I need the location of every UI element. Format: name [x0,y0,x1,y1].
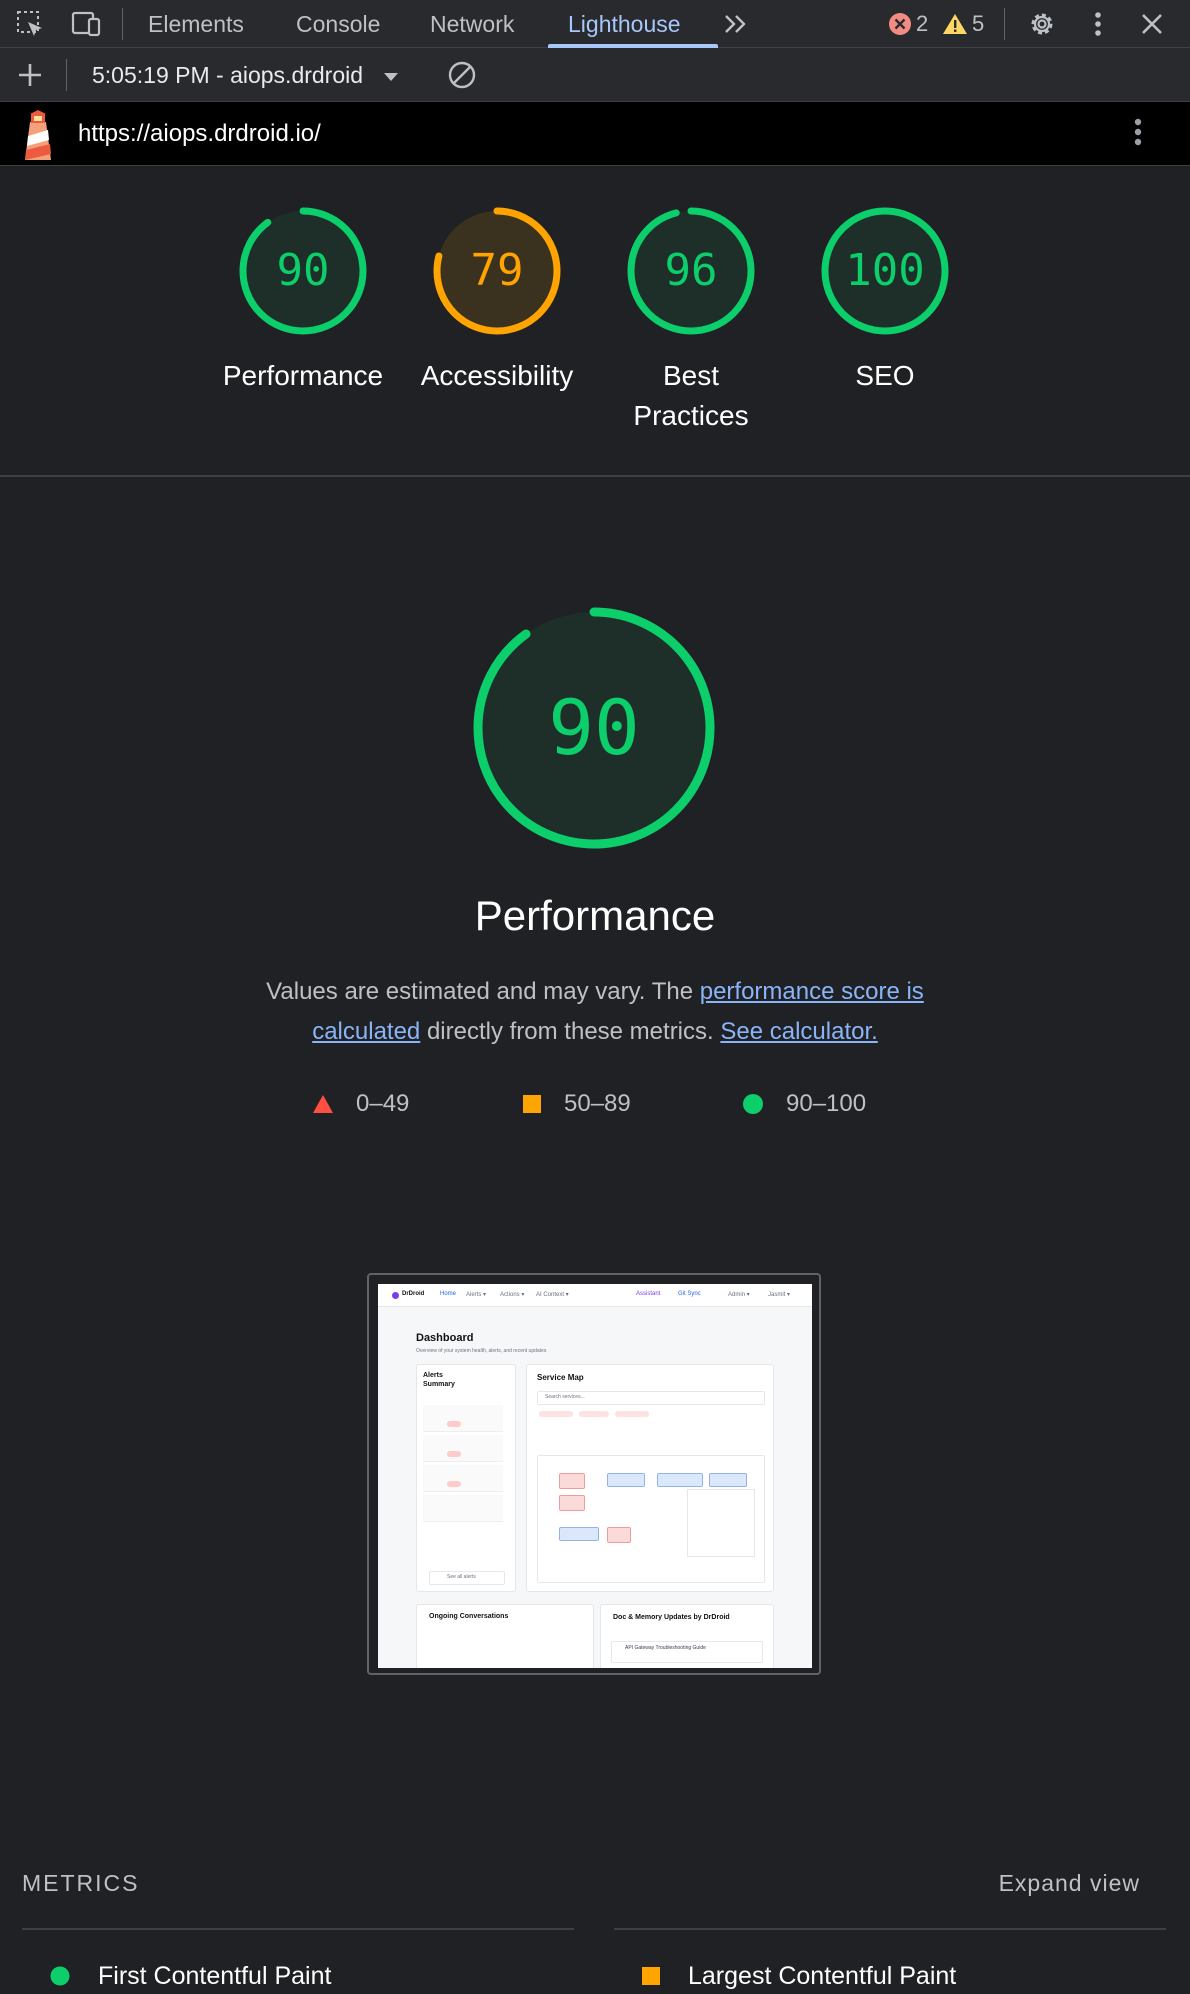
see-calculator-link[interactable]: See calculator. [720,1018,877,1045]
metrics-heading: METRICS [22,1870,140,1896]
score-gauge-performance[interactable]: 90 Performance [218,206,388,396]
warning-count-badge[interactable]: 5 [942,10,984,38]
double-chevron-right-icon[interactable] [720,8,752,40]
gauge-label: Accessibility [420,360,574,391]
screenshot-nav-item: Home [440,1291,457,1297]
metrics-divider [614,1928,1166,1930]
section-divider [0,475,1190,477]
gauge-score: 79 [470,245,524,296]
legend-range: 0–49 [356,1090,410,1117]
screenshot-search: Search services... [545,1394,585,1400]
report-toolbar: 5:05:19 PM - aiops.drdroid [0,48,1190,102]
screenshot-nav-item: Admin ▾ [728,1292,750,1298]
new-report-plus-icon[interactable] [14,59,46,91]
error-icon [889,13,911,35]
screenshot-service-map-title: Service Map [537,1373,584,1382]
triangle-icon [313,1095,333,1113]
screenshot-nav-item: Assistant [636,1291,661,1297]
screenshot-nav-item: Jasmit ▾ [768,1292,791,1298]
final-screenshot[interactable]: DrDroid Home Alerts ▾ Actions ▾ AI Conte… [367,1273,821,1675]
screenshot-heading: Dashboard [416,1332,474,1344]
score-gauge-accessibility[interactable]: 79 Accessibility [412,206,582,396]
metrics-divider [22,1928,574,1930]
metric-label: First Contentful Paint [98,1961,332,1990]
metric-first-contentful-paint: First Contentful Paint [50,1960,331,1992]
metric-largest-contentful-paint: Largest Contentful Paint [642,1960,956,1992]
category-description: Values are estimated and may vary. The p… [230,972,960,1052]
more-vert-icon[interactable] [1082,8,1114,40]
legend-range: 50–89 [564,1090,631,1117]
average-square-icon [642,1967,660,1985]
gauge-ring: 90 [238,206,368,336]
warning-count: 5 [972,11,985,36]
lighthouse-logo-icon [20,110,56,160]
screenshot-conversations-card: Ongoing Conversations [416,1604,594,1668]
square-icon [523,1095,541,1113]
category-title: Performance [474,892,716,939]
screenshot-nav-item: Git Sync [678,1291,701,1297]
tab-console[interactable]: Console [296,0,380,48]
screenshot-docs-card: Doc & Memory Updates by DrDroid API Gate… [600,1604,774,1668]
error-count-badge[interactable]: 2 [888,10,928,38]
inspect-element-icon[interactable] [14,8,46,40]
screenshot-subheading: Overview of your system health, alerts, … [416,1348,547,1354]
description-text: directly from these metrics. [420,1018,721,1045]
legend-fail: 0–49 [312,1088,409,1120]
tab-lighthouse[interactable]: Lighthouse [568,0,681,48]
score-gauge-best-practices[interactable]: 96 Best Practices [606,206,776,436]
performance-big-gauge: 90 [471,605,717,851]
legend-range: 90–100 [786,1090,867,1117]
gauge-label: Performance [222,360,384,391]
dropdown-caret-icon [384,72,399,81]
screenshot-doc-item: API Gateway Troubleshooting Guide [625,1645,706,1651]
close-icon[interactable] [1136,8,1168,40]
gauge-ring: 79 [432,206,562,336]
screenshot-brand: DrDroid [402,1291,425,1297]
report-selector[interactable]: 5:05:19 PM - aiops.drdroid [92,48,399,102]
gauge-ring: 100 [820,206,950,336]
circle-icon [743,1094,763,1114]
gear-icon[interactable] [1026,8,1058,40]
device-toolbar-icon[interactable] [70,8,102,40]
screenshot-nav-item: AI Context ▾ [536,1292,569,1298]
legend-pass: 90–100 [742,1088,866,1120]
expand-view-toggle[interactable]: Expand view [999,1870,1140,1897]
tab-network[interactable]: Network [430,0,514,48]
gauge-score: 100 [845,245,925,296]
description-text: Values are estimated and may vary. The [266,978,700,1005]
screenshot-nav-item: Actions ▾ [500,1292,525,1298]
legend-average: 50–89 [522,1088,631,1120]
screenshot-service-map-card: Service Map Search services... [526,1364,774,1592]
tab-elements[interactable]: Elements [148,0,244,48]
report-menu-icon[interactable] [1122,116,1154,148]
devtools-toolbar: Elements Console Network Lighthouse 2 5 [0,0,1190,48]
gauge-score: 90 [276,245,330,296]
pass-circle-icon [50,1966,70,1986]
screenshot-docs-title: Doc & Memory Updates by DrDroid [613,1614,730,1621]
gauge-ring: 96 [626,206,756,336]
gauge-label: Best Practices [633,360,749,431]
gauge-score: 96 [664,245,718,296]
report-selector-label: 5:05:19 PM - aiops.drdroid [92,62,364,88]
error-count: 2 [916,11,929,36]
report-url-bar: https://aiops.drdroid.io/ [0,102,1190,166]
performance-big-score: 90 [548,683,640,772]
metric-label: Largest Contentful Paint [688,1961,957,1990]
screenshot-alerts-title: Alerts Summary [423,1372,455,1388]
screenshot-nav-item: Alerts ▾ [466,1292,487,1298]
warning-icon [943,14,967,34]
screenshot-alerts-card: Alerts Summary See all alerts [416,1364,516,1592]
gauge-label: SEO [855,360,915,391]
screenshot-navbar: DrDroid Home Alerts ▾ Actions ▾ AI Conte… [378,1284,812,1307]
screenshot-conversations-title: Ongoing Conversations [429,1613,509,1620]
screenshot-see-all: See all alerts [447,1574,476,1580]
clear-reports-icon[interactable] [446,59,478,91]
score-gauge-seo[interactable]: 100 SEO [800,206,970,396]
report-url[interactable]: https://aiops.drdroid.io/ [78,102,321,166]
page-screenshot: DrDroid Home Alerts ▾ Actions ▾ AI Conte… [378,1284,812,1668]
